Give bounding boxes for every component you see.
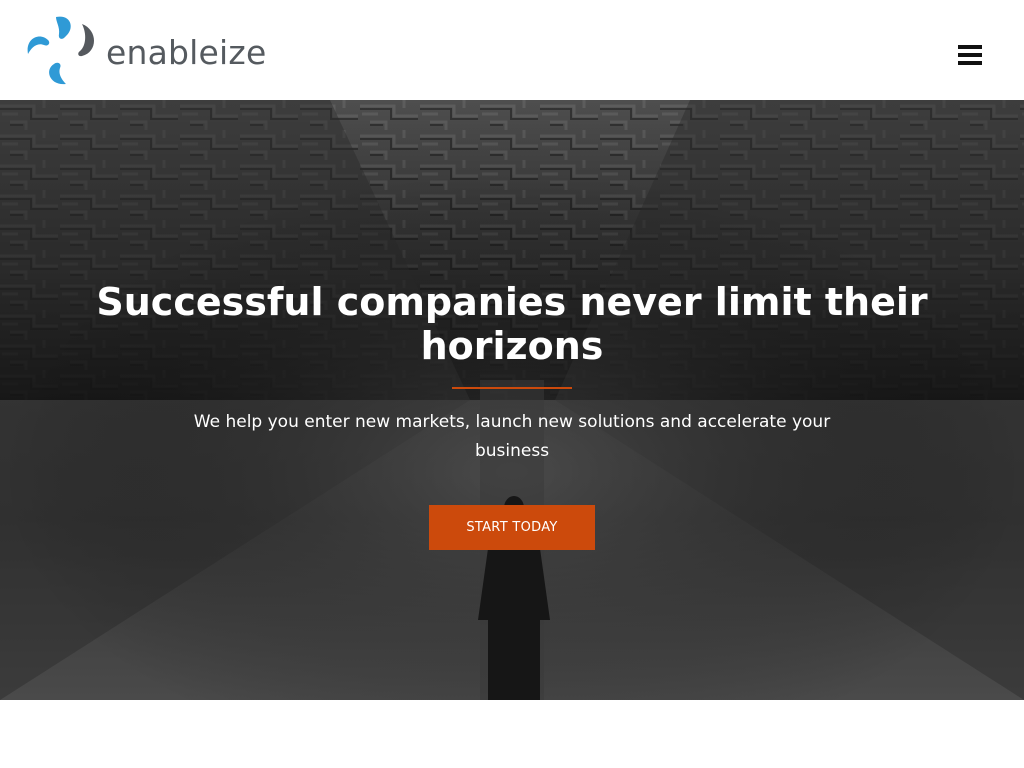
hero-section: Successful companies never limit their h… xyxy=(0,100,1024,700)
enableize-logo-icon xyxy=(27,16,94,85)
logo-text: enableize xyxy=(106,32,267,72)
content-area xyxy=(0,700,1024,768)
site-logo[interactable]: enableize xyxy=(26,14,266,86)
hero-background-image xyxy=(0,100,1024,700)
site-header: enableize xyxy=(0,0,1024,100)
hero-divider xyxy=(452,387,572,389)
hero-subtitle: We help you enter new markets, launch ne… xyxy=(193,412,831,461)
hero-title: Successful companies never limit their h… xyxy=(96,280,928,368)
start-today-button[interactable]: START TODAY xyxy=(429,505,595,550)
hamburger-menu-icon[interactable] xyxy=(956,43,984,67)
